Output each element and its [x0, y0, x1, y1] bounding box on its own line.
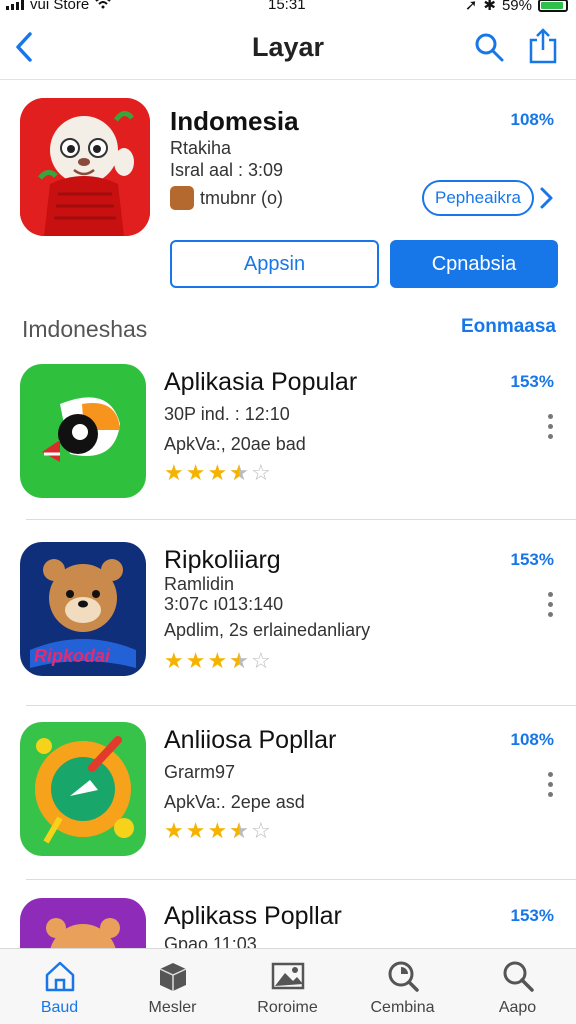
app-name: Anliiosa Popllar	[164, 726, 337, 754]
app-percent: 108%	[510, 730, 554, 749]
tab-mesler[interactable]: Mesler	[115, 949, 230, 1024]
star-icon: ★	[207, 648, 228, 673]
app-row[interactable]: Anliiosa Popllar Grarm97 ApkVa:. 2epe as…	[0, 722, 576, 902]
search-icon	[503, 961, 534, 992]
search-icon[interactable]	[474, 32, 504, 62]
app-row[interactable]: Aplikasia Popular 30P ind. : 12:10 ApkVa…	[0, 364, 576, 544]
carrier-label: vui Store	[30, 0, 90, 13]
battery-percent: 59%	[501, 0, 532, 14]
chevron-right-icon[interactable]	[538, 186, 554, 210]
location-icon: ➚	[464, 0, 478, 14]
star-icon: ★	[207, 460, 228, 485]
featured-app: Indomesia Rtakiha Isral aal : 3:09 tmubn…	[0, 80, 576, 298]
developer-avatar	[170, 186, 194, 210]
app-meta: 3:07c ı013:140	[164, 594, 284, 614]
app-description: ApkVa:, 20ae bad	[164, 434, 306, 454]
more-options-icon[interactable]	[546, 772, 556, 802]
featured-pill-button[interactable]: Pepheaikra	[422, 180, 534, 216]
status-time: 15:31	[268, 0, 306, 13]
cpnabsia-button[interactable]: Cpnabsia	[390, 240, 558, 288]
app-row[interactable]: Aplikass Popllar Gpao 11:03 153%	[0, 898, 576, 948]
empty-star-icon: ☆	[250, 818, 271, 843]
half-star-icon: ★★	[229, 648, 249, 673]
star-icon: ★	[185, 460, 206, 485]
featured-app-subtitle: Rtakiha	[170, 138, 232, 158]
tab-label: Baud	[40, 999, 79, 1016]
tab-aapo[interactable]: Aapo	[460, 949, 575, 1024]
signal-icon	[6, 0, 24, 10]
half-star-icon: ★★	[229, 818, 249, 843]
app-meta: Gpao 11:03	[164, 934, 257, 948]
section-title: Imdoneshas	[22, 316, 148, 342]
star-rating: ★ ★ ★ ★★ ☆	[164, 820, 271, 842]
app-icon[interactable]	[20, 364, 146, 498]
battery-icon	[538, 0, 568, 12]
icon-text: Ripkodai	[34, 646, 111, 666]
tab-label: Aapo	[498, 999, 537, 1016]
app-percent: 153%	[510, 906, 554, 925]
app-percent: 153%	[510, 372, 554, 391]
star-icon: ★	[164, 648, 184, 673]
app-name: Ripkoliiarg	[164, 546, 281, 574]
app-name: Aplikass Popllar	[164, 902, 342, 930]
more-options-icon[interactable]	[546, 592, 556, 622]
featured-app-title: Indomesia	[170, 106, 299, 136]
app-icon[interactable]	[20, 722, 146, 856]
status-bar: vui Store 15:31 ➚ ✱ 59%	[0, 0, 576, 14]
star-icon: ★	[164, 818, 184, 843]
status-right: ➚ ✱ 59%	[465, 0, 568, 14]
tab-baud[interactable]: Baud	[2, 949, 117, 1024]
status-left: vui Store	[6, 0, 111, 13]
photo-icon	[271, 962, 305, 990]
star-rating: ★ ★ ★ ★★ ☆	[164, 462, 271, 484]
home-icon	[45, 961, 75, 992]
divider	[26, 519, 576, 520]
app-meta: Grarm97	[164, 762, 236, 782]
tab-cembina[interactable]: Cembina	[345, 949, 460, 1024]
app-description: ApkVa:. 2epe asd	[164, 792, 305, 812]
featured-app-meta: Isral aal : 3:09	[170, 160, 284, 180]
tab-roroime[interactable]: Roroime	[230, 949, 345, 1024]
star-icon: ★	[185, 648, 206, 673]
app-row[interactable]: Ripkodai Ripkoliiarg Ramlidin 3:07c ı013…	[0, 542, 576, 722]
share-icon[interactable]	[528, 28, 558, 64]
divider	[26, 879, 576, 880]
search-circle-icon	[388, 961, 419, 992]
app-subtitle: Ramlidin	[164, 574, 235, 594]
app-name: Aplikasia Popular	[164, 368, 358, 396]
tab-label: Cembina	[370, 999, 435, 1016]
navigation-bar: Layar	[0, 14, 576, 80]
featured-app-icon[interactable]	[20, 98, 150, 236]
empty-star-icon: ☆	[250, 460, 271, 485]
app-meta: 30P ind. : 12:10	[164, 404, 290, 424]
section-see-all-link[interactable]: Eonmaasa	[461, 316, 556, 338]
half-star-icon: ★★	[229, 460, 249, 485]
appsin-button[interactable]: Appsin	[170, 240, 379, 288]
star-icon: ★	[185, 818, 206, 843]
box-icon	[159, 963, 187, 991]
app-icon[interactable]	[20, 898, 146, 948]
tab-bar: Baud Mesler Roroime Cembina Aapo	[0, 948, 576, 1024]
star-rating: ★ ★ ★ ★★ ☆	[164, 650, 271, 672]
empty-star-icon: ☆	[250, 648, 271, 673]
featured-app-percent: 108%	[510, 110, 554, 129]
app-icon[interactable]: Ripkodai	[20, 542, 146, 676]
divider	[26, 705, 576, 706]
developer-label: tmubnr (o)	[200, 187, 284, 208]
star-icon: ★	[207, 818, 228, 843]
app-description: Apdlim, 2s erlainedanliary	[164, 620, 371, 640]
wifi-icon	[95, 0, 111, 13]
more-options-icon[interactable]	[546, 414, 556, 444]
bluetooth-icon: ✱	[483, 0, 496, 14]
tab-label: Roroime	[257, 999, 318, 1016]
tab-label: Mesler	[148, 999, 197, 1016]
app-percent: 153%	[510, 550, 554, 569]
featured-app-developer: tmubnr (o)	[170, 186, 283, 210]
star-icon: ★	[164, 460, 184, 485]
